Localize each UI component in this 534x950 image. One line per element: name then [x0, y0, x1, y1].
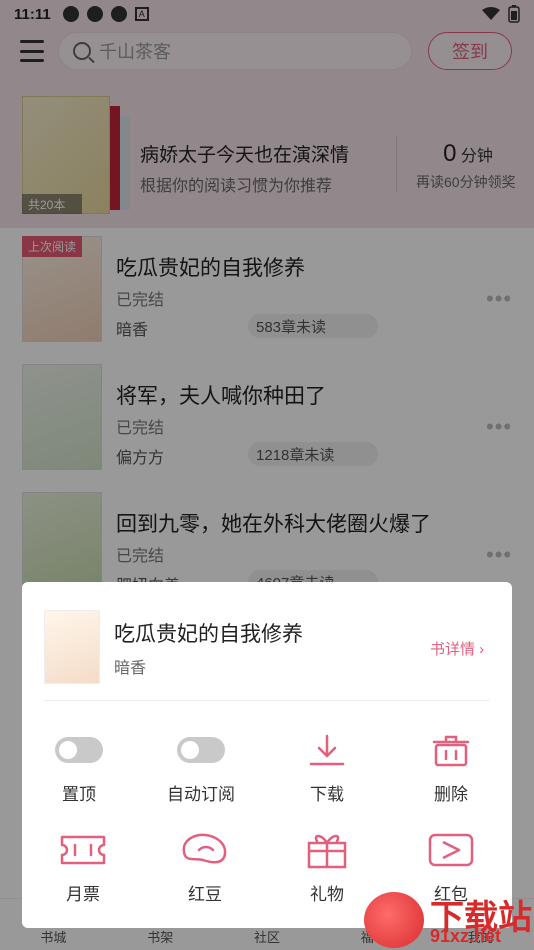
bean-icon [182, 833, 227, 864]
watermark-url: 91xz.net [430, 926, 502, 946]
auto-subscribe-toggle[interactable]: 自动订阅 [146, 730, 256, 805]
action-label: 红豆 [188, 885, 222, 904]
action-label: 月票 [66, 885, 100, 904]
toggle-switch-icon[interactable] [177, 737, 225, 763]
watermark-logo-icon [364, 892, 424, 948]
gift-icon [307, 834, 347, 869]
trash-icon [432, 735, 470, 767]
action-label: 自动订阅 [167, 785, 235, 804]
download-icon [309, 734, 345, 766]
action-label: 下载 [310, 785, 344, 804]
sheet-book-title: 吃瓜贵妃的自我修养 [114, 623, 303, 646]
book-detail-link[interactable]: 书详情 › [430, 638, 484, 659]
toggle-switch-icon[interactable] [55, 737, 103, 763]
divider [44, 700, 490, 701]
action-label: 删除 [434, 785, 468, 804]
ticket-icon [60, 835, 106, 865]
action-label: 置顶 [62, 785, 96, 804]
download-button[interactable]: 下载 [272, 730, 382, 805]
page: 11:11 A 千山茶客 签到 共20本 病娇太子今天也在演深情 根据你的阅读习… [0, 0, 534, 950]
sheet-book-author: 暗香 [114, 660, 147, 677]
red-packet-icon [428, 833, 474, 867]
pin-top-toggle[interactable]: 置顶 [24, 730, 134, 805]
monthly-ticket-button[interactable]: 月票 [28, 830, 138, 905]
book-action-sheet: 吃瓜贵妃的自我修养 暗香 书详情 › 置顶 自动订阅 下载 删除 月票 红豆 礼… [22, 582, 512, 928]
sheet-book-cover [44, 610, 100, 684]
red-bean-button[interactable]: 红豆 [150, 830, 260, 905]
delete-button[interactable]: 删除 [396, 730, 506, 805]
site-watermark: 下载站 91xz.net [364, 886, 534, 950]
